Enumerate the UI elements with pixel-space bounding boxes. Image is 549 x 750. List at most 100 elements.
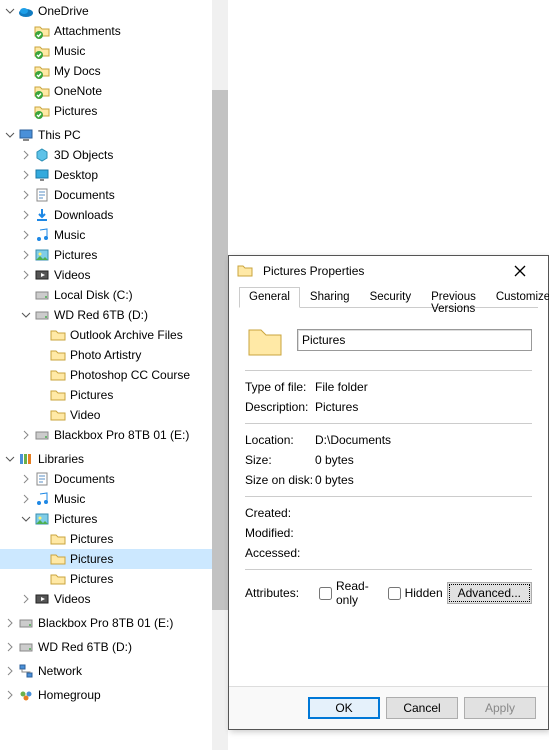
chevron-placeholder <box>20 65 32 77</box>
folder-icon <box>50 531 66 547</box>
tree-item[interactable]: Pictures <box>0 101 212 121</box>
tree-item[interactable]: Pictures <box>0 245 212 265</box>
tree-item[interactable]: Outlook Archive Files <box>0 325 212 345</box>
tree-item[interactable]: Documents <box>0 469 212 489</box>
chevron-right-icon[interactable] <box>20 249 32 261</box>
tree-item[interactable]: Downloads <box>0 205 212 225</box>
chevron-right-icon[interactable] <box>20 473 32 485</box>
advanced-button[interactable]: Advanced... <box>447 582 532 604</box>
sync-folder-icon <box>34 83 50 99</box>
tab-general[interactable]: General <box>239 287 300 308</box>
chevron-right-icon[interactable] <box>20 209 32 221</box>
tree-item[interactable]: Desktop <box>0 165 212 185</box>
apply-button[interactable]: Apply <box>464 697 536 719</box>
chevron-right-icon[interactable] <box>20 149 32 161</box>
hidden-checkbox-wrap[interactable]: Hidden <box>388 586 443 600</box>
chevron-right-icon[interactable] <box>4 641 16 653</box>
tree-item[interactable]: Videos <box>0 589 212 609</box>
chevron-right-icon[interactable] <box>20 169 32 181</box>
pc-icon <box>18 127 34 143</box>
chevron-down-icon[interactable] <box>4 453 16 465</box>
property-value: Pictures <box>315 400 532 414</box>
tree-item[interactable]: 3D Objects <box>0 145 212 165</box>
readonly-checkbox-wrap[interactable]: Read-only <box>319 579 374 607</box>
tree-item[interactable]: Network <box>0 661 212 681</box>
tree-item[interactable]: Documents <box>0 185 212 205</box>
desktop-icon <box>34 167 50 183</box>
close-button[interactable] <box>500 257 540 285</box>
tree-item[interactable]: Pictures <box>0 385 212 405</box>
tab-previous-versions[interactable]: Previous Versions <box>421 287 486 308</box>
tab-security[interactable]: Security <box>360 287 422 308</box>
tree-item-label: Videos <box>54 592 90 606</box>
tree-item-label: 3D Objects <box>54 148 113 162</box>
tab-sharing[interactable]: Sharing <box>300 287 360 308</box>
chevron-placeholder <box>20 289 32 301</box>
tree-item[interactable]: Attachments <box>0 21 212 41</box>
tree-item[interactable]: Pictures <box>0 569 212 589</box>
pictures-icon <box>34 511 50 527</box>
tree-item[interactable]: This PC <box>0 125 212 145</box>
tree-item[interactable]: OneNote <box>0 81 212 101</box>
tree-scrollthumb[interactable] <box>212 90 228 610</box>
docs-icon <box>34 187 50 203</box>
chevron-placeholder <box>36 389 48 401</box>
tree-item[interactable]: OneDrive <box>0 1 212 21</box>
folder-name-input[interactable] <box>297 329 532 351</box>
chevron-right-icon[interactable] <box>20 229 32 241</box>
tree-scrollbar[interactable] <box>212 0 228 750</box>
tree-item[interactable]: WD Red 6TB (D:) <box>0 305 212 325</box>
property-row: Accessed: <box>245 543 532 563</box>
tree-item[interactable]: Pictures <box>0 549 212 569</box>
chevron-down-icon[interactable] <box>20 513 32 525</box>
tree-item[interactable]: Photo Artistry <box>0 345 212 365</box>
tree-item[interactable]: Blackbox Pro 8TB 01 (E:) <box>0 613 212 633</box>
tab-customize[interactable]: Customize <box>486 287 549 308</box>
tree-item[interactable]: WD Red 6TB (D:) <box>0 637 212 657</box>
chevron-down-icon[interactable] <box>20 309 32 321</box>
properties-dialog: Pictures Properties GeneralSharingSecuri… <box>228 255 549 730</box>
tree-item[interactable]: Videos <box>0 265 212 285</box>
chevron-down-icon[interactable] <box>4 5 16 17</box>
tree-item[interactable]: Pictures <box>0 509 212 529</box>
property-row: Size:0 bytes <box>245 450 532 470</box>
tree-item[interactable]: Homegroup <box>0 685 212 705</box>
tree-item[interactable]: Blackbox Pro 8TB 01 (E:) <box>0 425 212 445</box>
tree-item[interactable]: Music <box>0 225 212 245</box>
dialog-titlebar[interactable]: Pictures Properties <box>229 256 548 286</box>
chevron-right-icon[interactable] <box>4 617 16 629</box>
hidden-checkbox[interactable] <box>388 587 401 600</box>
chevron-right-icon[interactable] <box>20 269 32 281</box>
chevron-right-icon[interactable] <box>4 665 16 677</box>
chevron-placeholder <box>36 369 48 381</box>
property-label: Type of file: <box>245 380 315 394</box>
property-row: Location:D:\Documents <box>245 430 532 450</box>
chevron-placeholder <box>36 349 48 361</box>
tree-item[interactable]: Music <box>0 41 212 61</box>
chevron-right-icon[interactable] <box>20 429 32 441</box>
tree-item[interactable]: Local Disk (C:) <box>0 285 212 305</box>
property-label: Accessed: <box>245 546 315 560</box>
chevron-right-icon[interactable] <box>20 189 32 201</box>
chevron-right-icon[interactable] <box>20 593 32 605</box>
tree-item[interactable]: Photoshop CC Course <box>0 365 212 385</box>
tree-item[interactable]: Pictures <box>0 529 212 549</box>
chevron-placeholder <box>36 573 48 585</box>
tree-item[interactable]: Music <box>0 489 212 509</box>
chevron-right-icon[interactable] <box>20 493 32 505</box>
chevron-down-icon[interactable] <box>4 129 16 141</box>
folder-icon <box>50 367 66 383</box>
property-row: Modified: <box>245 523 532 543</box>
tree-item[interactable]: Libraries <box>0 449 212 469</box>
ok-button[interactable]: OK <box>308 697 380 719</box>
cancel-button[interactable]: Cancel <box>386 697 458 719</box>
folder-icon <box>50 327 66 343</box>
navigation-tree[interactable]: OneDriveAttachmentsMusicMy DocsOneNotePi… <box>0 0 212 750</box>
tree-item[interactable]: My Docs <box>0 61 212 81</box>
chevron-right-icon[interactable] <box>4 689 16 701</box>
tree-item[interactable]: Video <box>0 405 212 425</box>
tree-item-label: Pictures <box>54 248 97 262</box>
readonly-checkbox[interactable] <box>319 587 332 600</box>
property-value <box>315 526 532 540</box>
tree-item-label: Network <box>38 664 82 678</box>
